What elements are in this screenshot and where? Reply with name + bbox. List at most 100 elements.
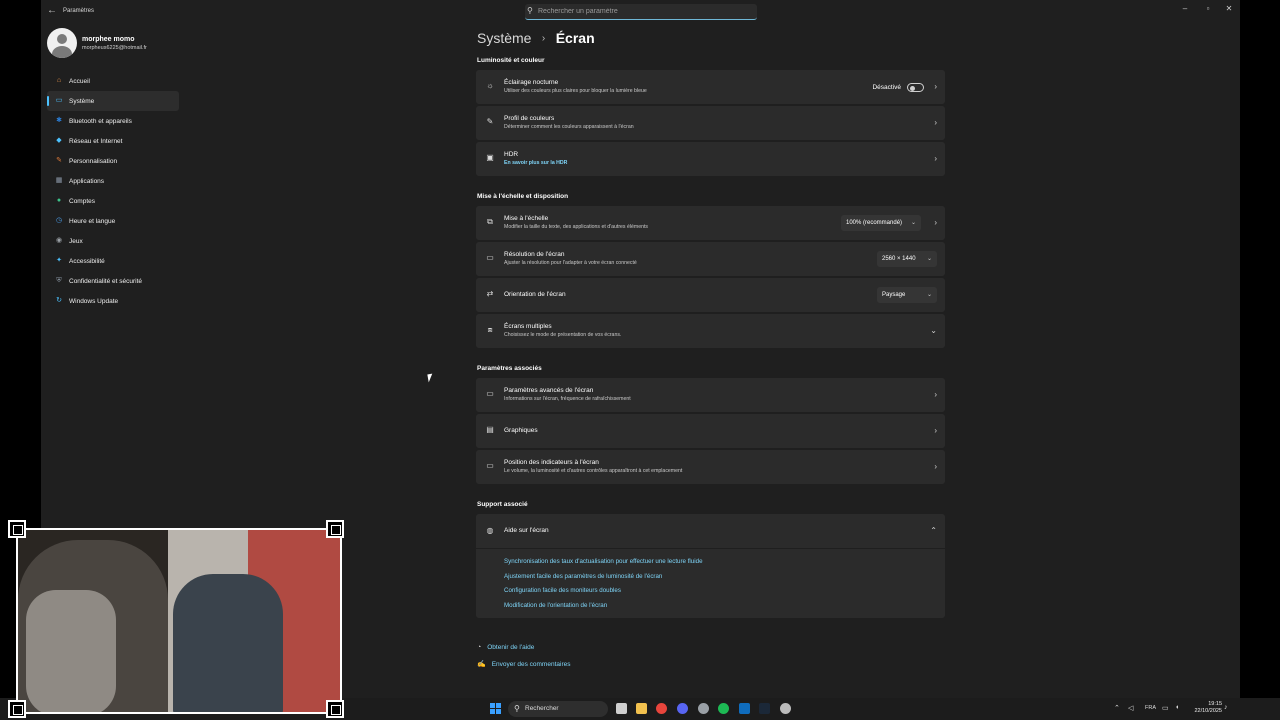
chevron-up-icon[interactable]: ⌃ bbox=[930, 526, 937, 535]
night-light-toggle[interactable] bbox=[907, 83, 924, 92]
maximize-button[interactable]: ▫ bbox=[1202, 4, 1214, 13]
sidebar-item-10[interactable]: ⛨ Confidentialité et sécurité bbox=[47, 271, 179, 291]
sidebar-item-3[interactable]: ◆ Réseau et Internet bbox=[47, 131, 179, 151]
webcam-chair bbox=[173, 574, 283, 712]
sidebar-item-label: Accueil bbox=[69, 77, 90, 85]
back-arrow-icon[interactable]: ← bbox=[47, 5, 57, 16]
sidebar-item-label: Système bbox=[69, 97, 95, 105]
notification-bell-icon[interactable]: ♪ bbox=[1224, 704, 1228, 711]
file-explorer-icon[interactable] bbox=[636, 703, 647, 714]
steam-icon[interactable] bbox=[759, 703, 770, 714]
sidebar-item-11[interactable]: ↻ Windows Update bbox=[47, 291, 179, 311]
user-email: morpheus6225@hotmail.fr bbox=[82, 45, 147, 51]
help-link[interactable]: Configuration facile des moniteurs doubl… bbox=[504, 587, 621, 594]
card-title: Mise à l'échelle bbox=[504, 215, 549, 222]
chevron-right-icon: › bbox=[934, 426, 937, 435]
location-icon: ◁ bbox=[1128, 705, 1134, 712]
webcam-overlay bbox=[16, 528, 342, 714]
bluetooth-icon: ✱ bbox=[56, 117, 62, 124]
sidebar-item-7[interactable]: ◷ Heure et langue bbox=[47, 211, 179, 231]
search-input[interactable] bbox=[538, 6, 748, 17]
help-link[interactable]: Synchronisation des taux d'actualisation… bbox=[504, 558, 703, 565]
clock[interactable]: 19:15 22/10/2025 bbox=[1188, 701, 1222, 715]
pen-icon: ✎ bbox=[486, 117, 494, 126]
sidebar-item-6[interactable]: ● Comptes bbox=[47, 191, 179, 211]
sidebar-item-9[interactable]: ✦ Accessibilité bbox=[47, 251, 179, 271]
section-scale: Mise à l'échelle et disposition bbox=[477, 193, 569, 200]
app-icon[interactable] bbox=[698, 703, 709, 714]
sidebar-item-0[interactable]: ⌂ Accueil bbox=[47, 71, 179, 91]
time: 19:15 bbox=[1208, 701, 1222, 707]
update-icon: ↻ bbox=[56, 297, 62, 304]
night-light-state: Désactivé bbox=[872, 84, 901, 91]
hdr-link[interactable]: En savoir plus sur la HDR bbox=[504, 160, 567, 166]
frame-corner bbox=[8, 520, 26, 538]
hdr-card[interactable]: ▣ HDR En savoir plus sur la HDR › bbox=[476, 142, 945, 176]
advanced-display-card[interactable]: ▭ Paramètres avancés de l'écran Informat… bbox=[476, 378, 945, 412]
minimize-button[interactable]: – bbox=[1179, 4, 1191, 13]
chevron-right-icon: › bbox=[934, 154, 937, 163]
frame-corner bbox=[326, 520, 344, 538]
home-icon: ⌂ bbox=[56, 77, 62, 84]
feedback-link[interactable]: ✍ Envoyer des commentaires bbox=[477, 653, 570, 671]
graphics-card[interactable]: ▤ Graphiques › bbox=[476, 414, 945, 448]
breadcrumb-root[interactable]: Système bbox=[477, 30, 531, 46]
brush-icon: ✎ bbox=[56, 157, 62, 164]
sidebar-item-4[interactable]: ✎ Personnalisation bbox=[47, 151, 179, 171]
card-title[interactable]: Aide sur l'écran bbox=[504, 527, 549, 534]
orientation-dropdown[interactable]: Paysage ⌄ bbox=[877, 287, 937, 303]
chevron-down-icon: ⌄ bbox=[930, 326, 937, 335]
chevron-right-icon: › bbox=[934, 82, 937, 91]
feedback-icon: ✍ bbox=[477, 661, 486, 668]
frame-corner bbox=[326, 700, 344, 718]
breadcrumb-separator: › bbox=[541, 33, 546, 44]
sidebar-item-2[interactable]: ✱ Bluetooth et appareils bbox=[47, 111, 179, 131]
sidebar-item-5[interactable]: ▦ Applications bbox=[47, 171, 179, 191]
multi-display-card[interactable]: ⧈ Écrans multiples Choisissez le mode de… bbox=[476, 314, 945, 348]
close-button[interactable]: ✕ bbox=[1223, 4, 1235, 13]
chevron-up-icon[interactable]: ⌃ bbox=[1114, 704, 1120, 712]
language-indicator[interactable]: FRA bbox=[1145, 705, 1156, 711]
card-title: Écrans multiples bbox=[504, 323, 552, 330]
outlook-icon[interactable] bbox=[739, 703, 750, 714]
help-link[interactable]: Ajustement facile des paramètres de lumi… bbox=[504, 573, 662, 580]
resolution-card[interactable]: ▭ Résolution de l'écran Ajuster la résol… bbox=[476, 242, 945, 276]
windows-start-icon[interactable] bbox=[490, 703, 501, 714]
indicators-card[interactable]: ▭ Position des indicateurs à l'écran Le … bbox=[476, 450, 945, 484]
graphics-icon: ▤ bbox=[486, 425, 494, 434]
search-icon: ⚲ bbox=[514, 704, 520, 713]
sidebar-item-1[interactable]: ▭ Système bbox=[47, 91, 179, 111]
scaling-card[interactable]: ⧉ Mise à l'échelle Modifier la taille du… bbox=[476, 206, 945, 240]
sidebar-item-label: Confidentialité et sécurité bbox=[69, 277, 142, 285]
task-view-icon[interactable] bbox=[616, 703, 627, 714]
taskbar-search[interactable]: ⚲ Rechercher bbox=[508, 701, 608, 717]
search-box[interactable]: ⚲ bbox=[525, 4, 757, 20]
discord-icon[interactable] bbox=[677, 703, 688, 714]
scaling-dropdown[interactable]: 100% (recommandé) ⌄ bbox=[841, 215, 921, 231]
app-title: Paramètres bbox=[63, 8, 95, 14]
user-name: morphee momo bbox=[82, 36, 135, 43]
sidebar-item-label: Bluetooth et appareils bbox=[69, 117, 132, 125]
help-link[interactable]: Modification de l'orientation de l'écran bbox=[504, 602, 607, 609]
divider bbox=[476, 548, 945, 549]
monitor-icon[interactable]: ▭ bbox=[1162, 704, 1169, 712]
accessibility-icon: ✦ bbox=[56, 257, 62, 264]
get-help-link[interactable]: ◔ Obtenir de l'aide bbox=[477, 636, 534, 654]
sidebar-item-label: Comptes bbox=[69, 197, 96, 205]
settings-icon[interactable] bbox=[780, 703, 791, 714]
sidebar-item-label: Applications bbox=[69, 177, 105, 185]
volume-icon[interactable]: ◖ bbox=[1175, 704, 1179, 711]
orientation-card[interactable]: ⇄ Orientation de l'écran Paysage ⌄ bbox=[476, 278, 945, 312]
sidebar-item-label: Jeux bbox=[69, 237, 83, 245]
spotify-icon[interactable] bbox=[718, 703, 729, 714]
card-subtitle: Informations sur l'écran, fréquence de r… bbox=[504, 396, 631, 402]
card-subtitle: Déterminer comment les couleurs apparais… bbox=[504, 124, 634, 130]
chrome-icon[interactable] bbox=[656, 703, 667, 714]
chevron-down-icon: ⌄ bbox=[926, 256, 932, 262]
resolution-dropdown[interactable]: 2560 × 1440 ⌄ bbox=[877, 251, 937, 267]
sidebar-item-8[interactable]: ◉ Jeux bbox=[47, 231, 179, 251]
color-profile-card[interactable]: ✎ Profil de couleurs Déterminer comment … bbox=[476, 106, 945, 140]
card-title: Profil de couleurs bbox=[504, 115, 555, 122]
accounts-icon: ● bbox=[56, 197, 62, 204]
night-light-card[interactable]: ☼ Éclairage nocturne Utiliser des couleu… bbox=[476, 70, 945, 104]
